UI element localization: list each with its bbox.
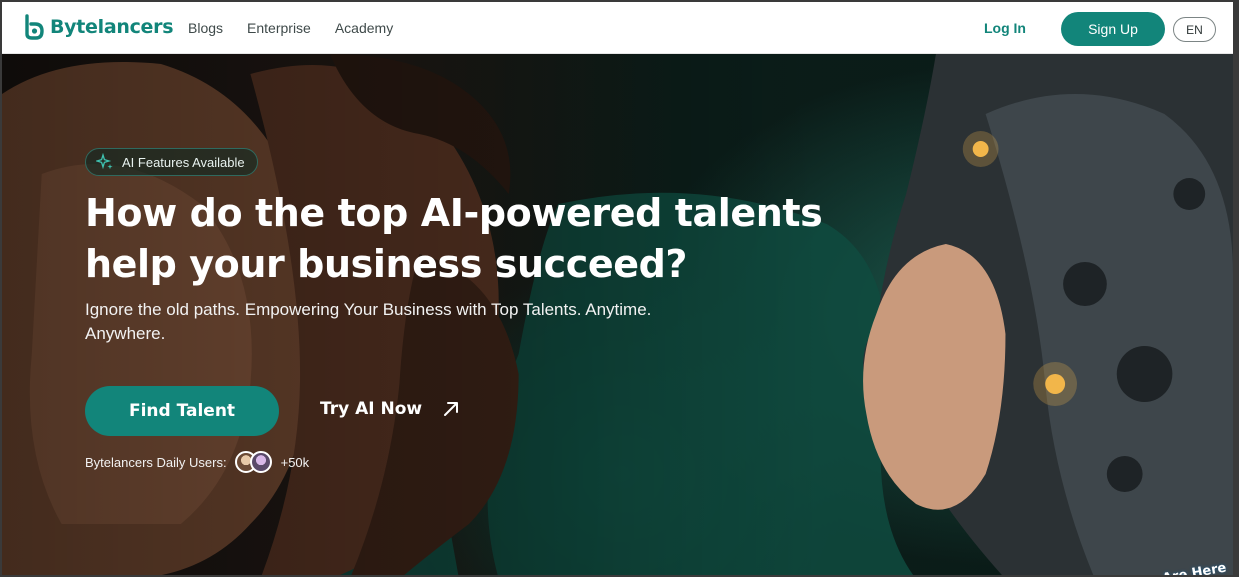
try-ai-now-label: Try AI Now — [320, 399, 423, 419]
hero-headline: How do the top AI-powered talents help y… — [85, 191, 823, 286]
sparkle-icon — [96, 153, 113, 170]
brand-name: Bytelancers — [50, 16, 174, 38]
hero-subtitle: Ignore the old paths. Empowering Your Bu… — [85, 300, 652, 343]
ai-features-badge: AI Features Available — [85, 148, 258, 176]
hero-section: AI Features Available How do the top AI-… — [2, 54, 1233, 575]
daily-users-count: +50k — [280, 454, 310, 470]
nav-link-blogs[interactable]: Blogs — [188, 20, 223, 36]
avatar — [249, 451, 272, 473]
nav-link-enterprise[interactable]: Enterprise — [247, 20, 311, 36]
login-link[interactable]: Log In — [984, 20, 1026, 36]
daily-users-label: Bytelancers Daily Users: — [85, 454, 227, 470]
signup-button[interactable]: Sign Up — [1061, 12, 1165, 46]
bytelancers-logo-icon — [25, 14, 44, 40]
language-selector[interactable]: EN — [1173, 17, 1216, 42]
try-ai-now-link[interactable]: Try AI Now — [320, 399, 460, 419]
page-frame: Bytelancers Blogs Enterprise Academy Log… — [0, 0, 1239, 577]
brand-logo[interactable]: Bytelancers — [22, 14, 174, 40]
nav-links: Blogs Enterprise Academy — [188, 20, 417, 36]
user-avatars — [234, 451, 273, 473]
arrow-up-right-icon — [444, 402, 459, 416]
nav-link-academy[interactable]: Academy — [335, 20, 393, 36]
badge-label: AI Features Available — [122, 154, 245, 170]
top-navbar: Bytelancers Blogs Enterprise Academy Log… — [2, 2, 1233, 54]
daily-users: Bytelancers Daily Users: +50k — [85, 451, 309, 473]
find-talent-button[interactable]: Find Talent — [85, 386, 279, 436]
